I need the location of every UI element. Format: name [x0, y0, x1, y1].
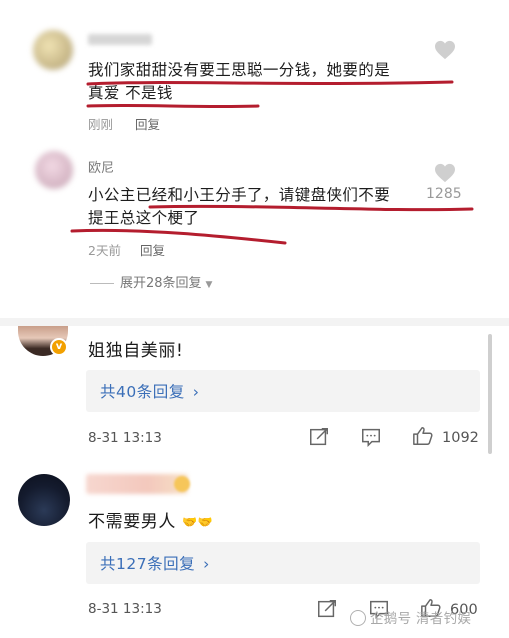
replies-box[interactable]: 共40条回复 ›: [86, 370, 480, 412]
reply-button[interactable]: 回复: [135, 114, 160, 133]
bottom-comment-panel: v 姐独自美丽! 共40条回复 › 8-31 13:13 1092 不需要男人 🤝🤝…: [0, 326, 509, 638]
comment-time: 刚刚: [88, 117, 114, 132]
reply-button[interactable]: 回复: [140, 240, 165, 259]
username-blurred: [86, 474, 188, 494]
verified-badge: v: [50, 338, 68, 356]
handshake-emoji: 🤝🤝: [182, 515, 214, 529]
caret-down-icon: ▼: [205, 280, 213, 290]
comment-time: 8-31 13:13: [88, 601, 162, 617]
like-count: 1285: [426, 186, 462, 202]
username[interactable]: 欧尼: [88, 157, 114, 176]
chevron-right-icon: ›: [192, 383, 200, 401]
replies-box[interactable]: 共127条回复 ›: [86, 542, 480, 584]
expand-replies-label: 展开28条回复: [120, 276, 202, 291]
red-underline-annotations: [70, 80, 474, 245]
share-icon[interactable]: [316, 598, 338, 620]
underline-mark: [86, 103, 260, 109]
comment-text: 不需要男人 🤝🤝: [88, 507, 213, 532]
avatar-blurred[interactable]: [33, 30, 73, 70]
scrollbar[interactable]: [488, 334, 492, 454]
replies-link[interactable]: 共40条回复 ›: [100, 380, 199, 402]
badge-blurred: [174, 476, 190, 492]
comment-text: 小公主已经和小王分手了，请键盘侠们不要: [88, 186, 391, 204]
heart-icon[interactable]: [434, 40, 456, 60]
replies-link[interactable]: 共127条回复 ›: [100, 552, 210, 574]
like-count: 1092: [442, 430, 479, 446]
watermark-text: 企鹅号 清者钓娱: [370, 611, 472, 627]
comment-time: 2天前: [88, 243, 121, 258]
avatar[interactable]: [18, 474, 70, 526]
top-comment-panel: 我们家甜甜没有要王思聪一分钱，她要的是 真爱 不是钱 刚刚 回复 欧尼 1285…: [0, 0, 509, 318]
divider-line: [90, 283, 114, 284]
comment-time: 8-31 13:13: [88, 430, 162, 446]
avatar-blurred[interactable]: [35, 151, 73, 189]
thumbs-up-icon[interactable]: [412, 425, 434, 447]
heart-icon[interactable]: [434, 163, 456, 183]
comment-text-content: 不需要男人: [88, 512, 176, 532]
comment-icon[interactable]: [360, 426, 382, 448]
watermark: 企鹅号 清者钓娱: [350, 607, 471, 627]
share-icon[interactable]: [308, 426, 330, 448]
comment-text-continued: 真爱 不是钱: [88, 84, 173, 102]
comment-text: 姐独自美丽!: [88, 341, 184, 361]
replies-count-label: 共40条回复: [100, 383, 185, 401]
chevron-right-icon: ›: [203, 555, 210, 573]
section-divider: [0, 318, 509, 326]
replies-count-label: 共127条回复: [100, 555, 196, 573]
watermark-logo-icon: [350, 610, 366, 626]
comment-text-continued: 提王总这个梗了: [88, 209, 200, 227]
comment-text: 我们家甜甜没有要王思聪一分钱，她要的是: [88, 61, 391, 79]
expand-replies-button[interactable]: 展开28条回复 ▼: [90, 272, 212, 291]
username-blurred: [88, 34, 152, 45]
